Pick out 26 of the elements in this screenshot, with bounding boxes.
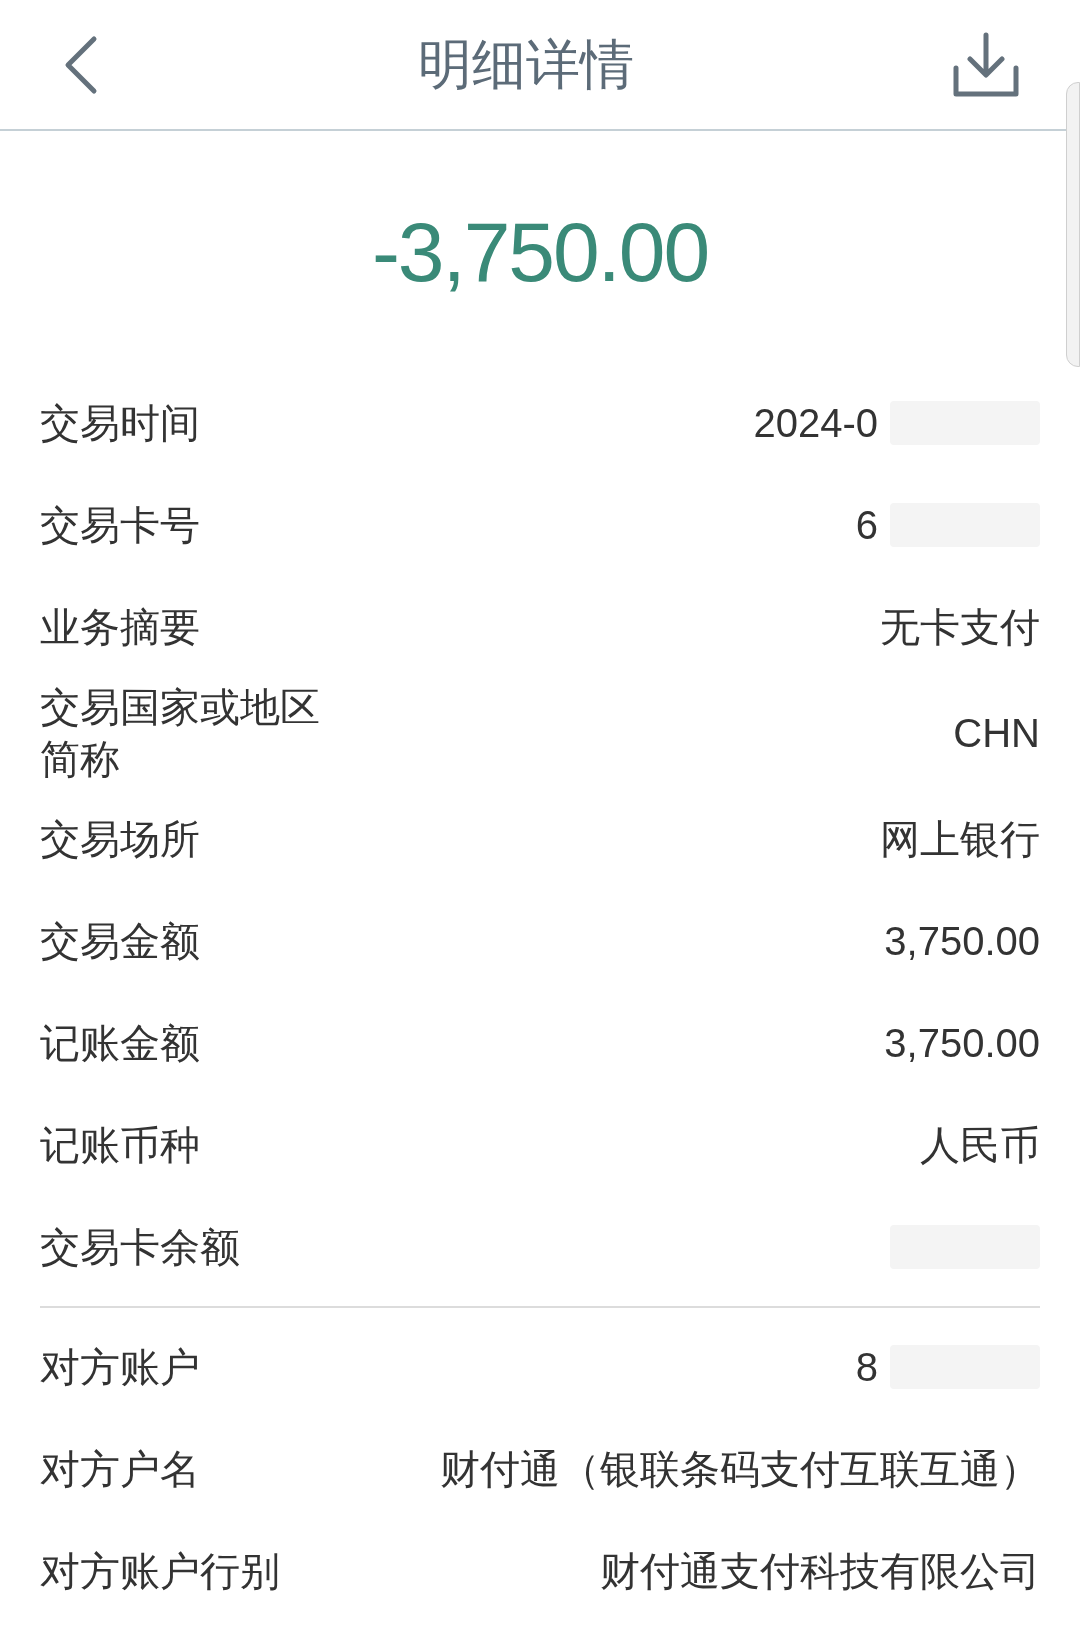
detail-label: 记账币种 — [40, 1122, 200, 1169]
page-title: 明细详情 — [418, 33, 634, 96]
transaction-amount: -3,750.00 — [371, 203, 709, 301]
detail-value: CHN — [953, 710, 1040, 757]
detail-label: 交易国家或地区简称 — [40, 684, 321, 783]
detail-label: 记账金额 — [40, 1020, 200, 1067]
detail-label: 对方户名 — [40, 1446, 200, 1493]
detail-value: 人民币 — [920, 1122, 1040, 1169]
detail-label: 交易卡号 — [40, 502, 200, 549]
detail-label: 交易卡余额 — [40, 1224, 240, 1271]
detail-label: 业务摘要 — [40, 604, 200, 651]
detail-label: 交易金额 — [40, 918, 200, 965]
detail-label: 交易时间 — [40, 400, 200, 447]
detail-value: 财付通支付科技有限公司 — [600, 1548, 1040, 1595]
detail-value: 网上银行 — [880, 816, 1040, 863]
detail-value: 财付通（银联条码支付互联互通） — [440, 1446, 1040, 1493]
detail-value: 无卡支付 — [880, 604, 1040, 651]
download-icon[interactable] — [952, 31, 1020, 98]
detail-value: 8 — [855, 1344, 878, 1391]
detail-value: 3,750.00 — [884, 1020, 1040, 1067]
detail-label: 交易场所 — [40, 816, 200, 863]
detail-value: 3,750.00 — [884, 918, 1040, 965]
detail-value: 6 — [855, 502, 878, 549]
detail-value: 2024-0 — [753, 400, 878, 447]
detail-label: 对方账户 — [40, 1344, 200, 1391]
detail-label: 对方账户行别 — [40, 1548, 280, 1595]
